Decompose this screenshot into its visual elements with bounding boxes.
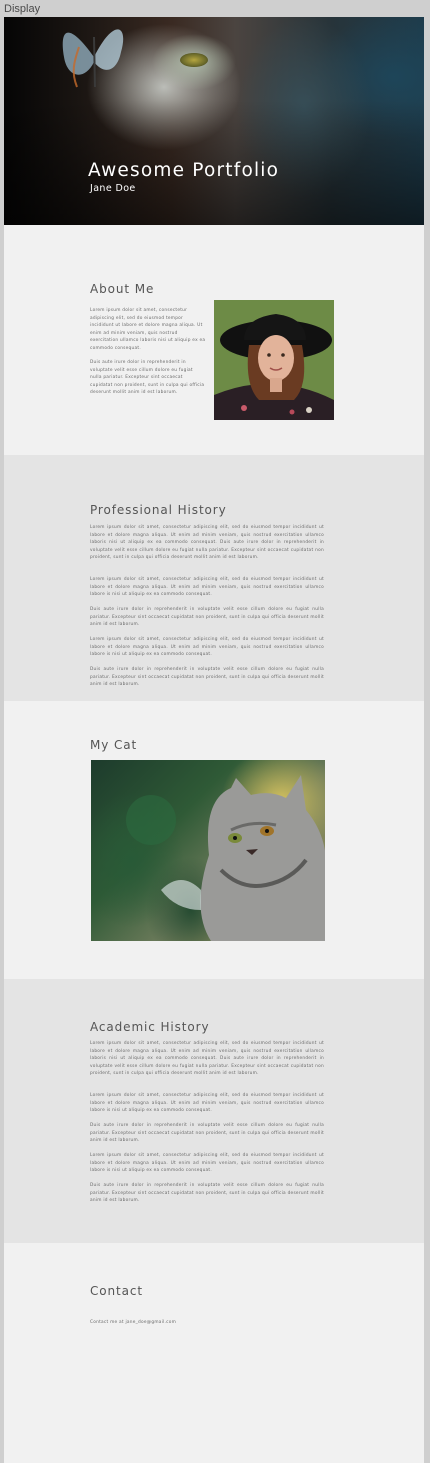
professional-paragraph: Lorem ipsum dolor sit amet, consectetur … — [90, 577, 324, 598]
contact-section: Contact Contact me at jane_doe@gmail.com — [4, 1243, 424, 1463]
professional-paragraph: Duis aute irure dolor in reprehenderit i… — [90, 667, 324, 688]
about-heading: About Me — [90, 282, 155, 296]
academic-section: Academic History Lorem ipsum dolor sit a… — [4, 979, 424, 1243]
cat-photo — [91, 760, 325, 941]
about-section: About Me Lorem ipsum dolor sit amet, con… — [4, 225, 424, 455]
about-paragraph: Duis aute irure dolor in reprehenderit i… — [90, 360, 205, 396]
professional-paragraph: Duis aute irure dolor in reprehenderit i… — [90, 607, 324, 628]
academic-heading: Academic History — [90, 1020, 210, 1034]
contact-heading: Contact — [90, 1284, 143, 1298]
hero-banner: Awesome Portfolio Jane Doe — [4, 17, 424, 225]
academic-paragraph: Lorem ipsum dolor sit amet, consectetur … — [90, 1041, 324, 1077]
professional-paragraph: Lorem ipsum dolor sit amet, consectetur … — [90, 637, 324, 658]
cat-section: My Cat — [4, 701, 424, 979]
cat-heading: My Cat — [90, 738, 138, 752]
academic-paragraph: Lorem ipsum dolor sit amet, consectetur … — [90, 1093, 324, 1114]
page-title: Awesome Portfolio — [88, 160, 280, 181]
professional-paragraph: Lorem ipsum dolor sit amet, consectetur … — [90, 525, 324, 561]
academic-paragraph: Duis aute irure dolor in reprehenderit i… — [90, 1123, 324, 1144]
author-name: Jane Doe — [90, 183, 136, 194]
professional-heading: Professional History — [90, 503, 227, 517]
academic-paragraph: Duis aute irure dolor in reprehenderit i… — [90, 1183, 324, 1204]
portrait-photo — [214, 300, 334, 420]
page-frame: Awesome Portfolio Jane Doe About Me Lore… — [4, 17, 424, 1463]
professional-section: Professional History Lorem ipsum dolor s… — [4, 455, 424, 701]
about-paragraph: Lorem ipsum dolor sit amet, consectetur … — [90, 308, 206, 351]
academic-paragraph: Lorem ipsum dolor sit amet, consectetur … — [90, 1153, 324, 1174]
contact-email-text: Contact me at jane_doe@gmail.com — [90, 1320, 177, 1325]
canvas-label: Display — [4, 3, 41, 15]
